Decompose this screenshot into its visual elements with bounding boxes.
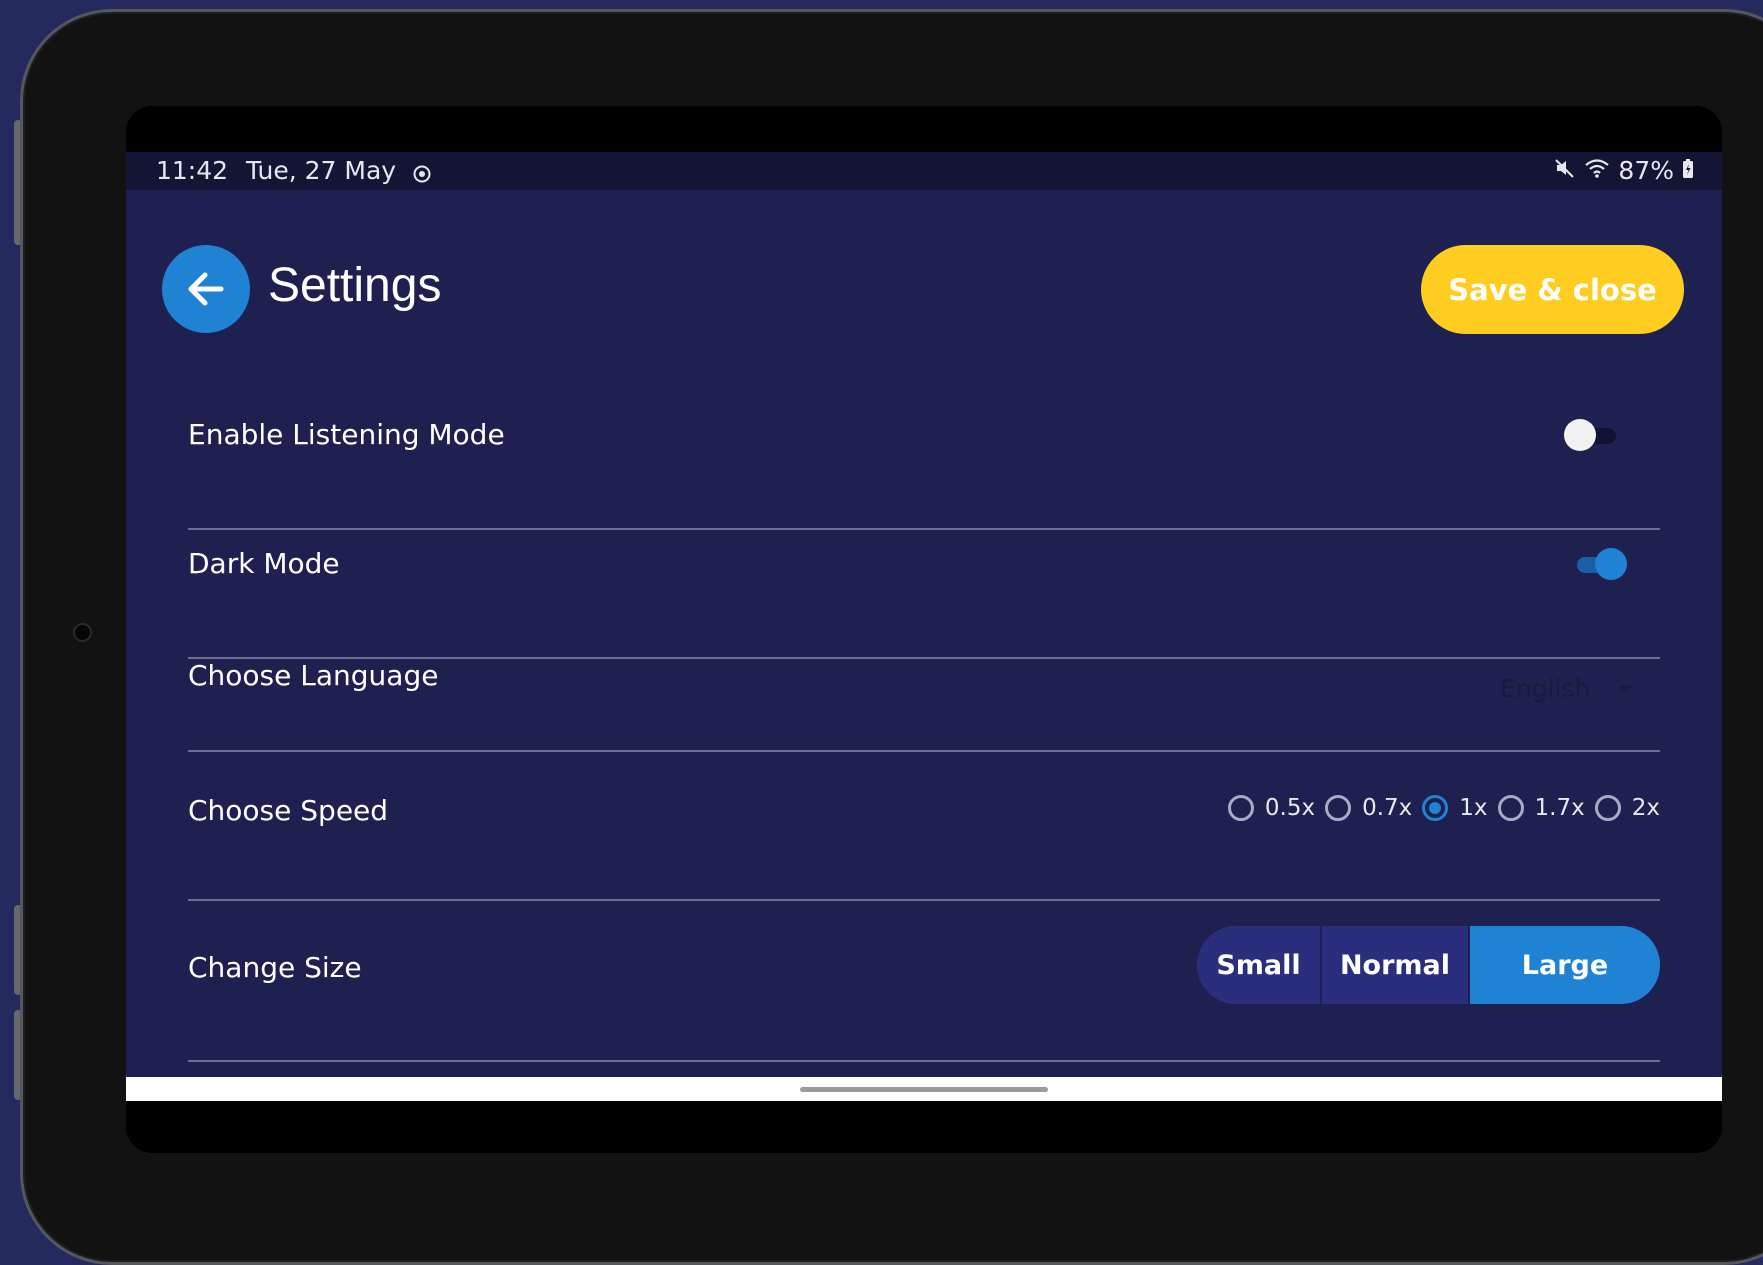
status-date: Tue, 27 May — [246, 156, 397, 185]
front-camera — [73, 623, 92, 642]
language-dropdown[interactable]: English — [1488, 670, 1660, 710]
divider — [188, 899, 1660, 901]
back-button[interactable] — [162, 245, 250, 333]
status-bar: 11:42 Tue, 27 May 87% — [126, 152, 1722, 190]
radio-label: 0.5x — [1264, 795, 1316, 821]
size-label: Change Size — [188, 951, 362, 984]
battery-icon — [1682, 156, 1694, 185]
settings-screen: Settings Save & close Enable Listening M… — [126, 190, 1722, 1077]
size-segmented-control: Small Normal Large — [1197, 926, 1660, 1004]
radio-button-selected[interactable] — [1422, 795, 1449, 821]
radio-button[interactable] — [1227, 795, 1254, 821]
radio-label: 2x — [1631, 795, 1660, 821]
page-title: Settings — [268, 259, 442, 312]
divider — [188, 750, 1660, 752]
language-label: Choose Language — [188, 659, 439, 692]
sync-icon — [412, 161, 432, 182]
dark-mode-label: Dark Mode — [188, 547, 340, 580]
tablet-frame: 11:42 Tue, 27 May 87% Settings Save & cl… — [20, 9, 1763, 1265]
speed-option-2x[interactable]: 2x — [1594, 795, 1660, 821]
mute-icon — [1554, 156, 1576, 185]
radio-button[interactable] — [1497, 795, 1524, 821]
radio-label: 1.7x — [1534, 795, 1585, 821]
speed-option-1-7x[interactable]: 1.7x — [1497, 795, 1585, 821]
battery-percent: 87% — [1618, 156, 1674, 185]
speed-option-0-5x[interactable]: 0.5x — [1227, 795, 1316, 821]
divider — [188, 1060, 1660, 1062]
radio-button[interactable] — [1325, 795, 1352, 821]
home-gesture-handle[interactable] — [800, 1087, 1048, 1092]
divider — [188, 528, 1660, 530]
save-close-button[interactable]: Save & close — [1421, 245, 1684, 334]
speed-label: Choose Speed — [188, 794, 389, 827]
listening-mode-label: Enable Listening Mode — [188, 418, 505, 451]
speed-option-0-7x[interactable]: 0.7x — [1325, 795, 1412, 821]
dark-mode-toggle[interactable] — [1571, 548, 1627, 580]
size-small-button[interactable]: Small — [1197, 926, 1320, 1004]
radio-button[interactable] — [1594, 795, 1621, 821]
size-normal-button[interactable]: Normal — [1320, 926, 1468, 1004]
size-large-button[interactable]: Large — [1468, 926, 1660, 1004]
speed-radio-group: 0.5x 0.7x 1x 1.7x 2x — [1218, 795, 1660, 821]
device-screen: 11:42 Tue, 27 May 87% Settings Save & cl… — [126, 106, 1722, 1153]
status-time: 11:42 — [156, 156, 229, 185]
radio-label: 0.7x — [1362, 795, 1413, 821]
speed-option-1x[interactable]: 1x — [1422, 795, 1488, 821]
language-selected-value: English — [1500, 674, 1591, 703]
navigation-bar — [126, 1077, 1722, 1101]
radio-label: 1x — [1459, 795, 1488, 821]
arrow-left-icon — [188, 272, 224, 306]
wifi-icon — [1584, 156, 1610, 185]
listening-mode-toggle[interactable] — [1564, 419, 1620, 451]
chevron-down-icon — [1618, 686, 1632, 693]
